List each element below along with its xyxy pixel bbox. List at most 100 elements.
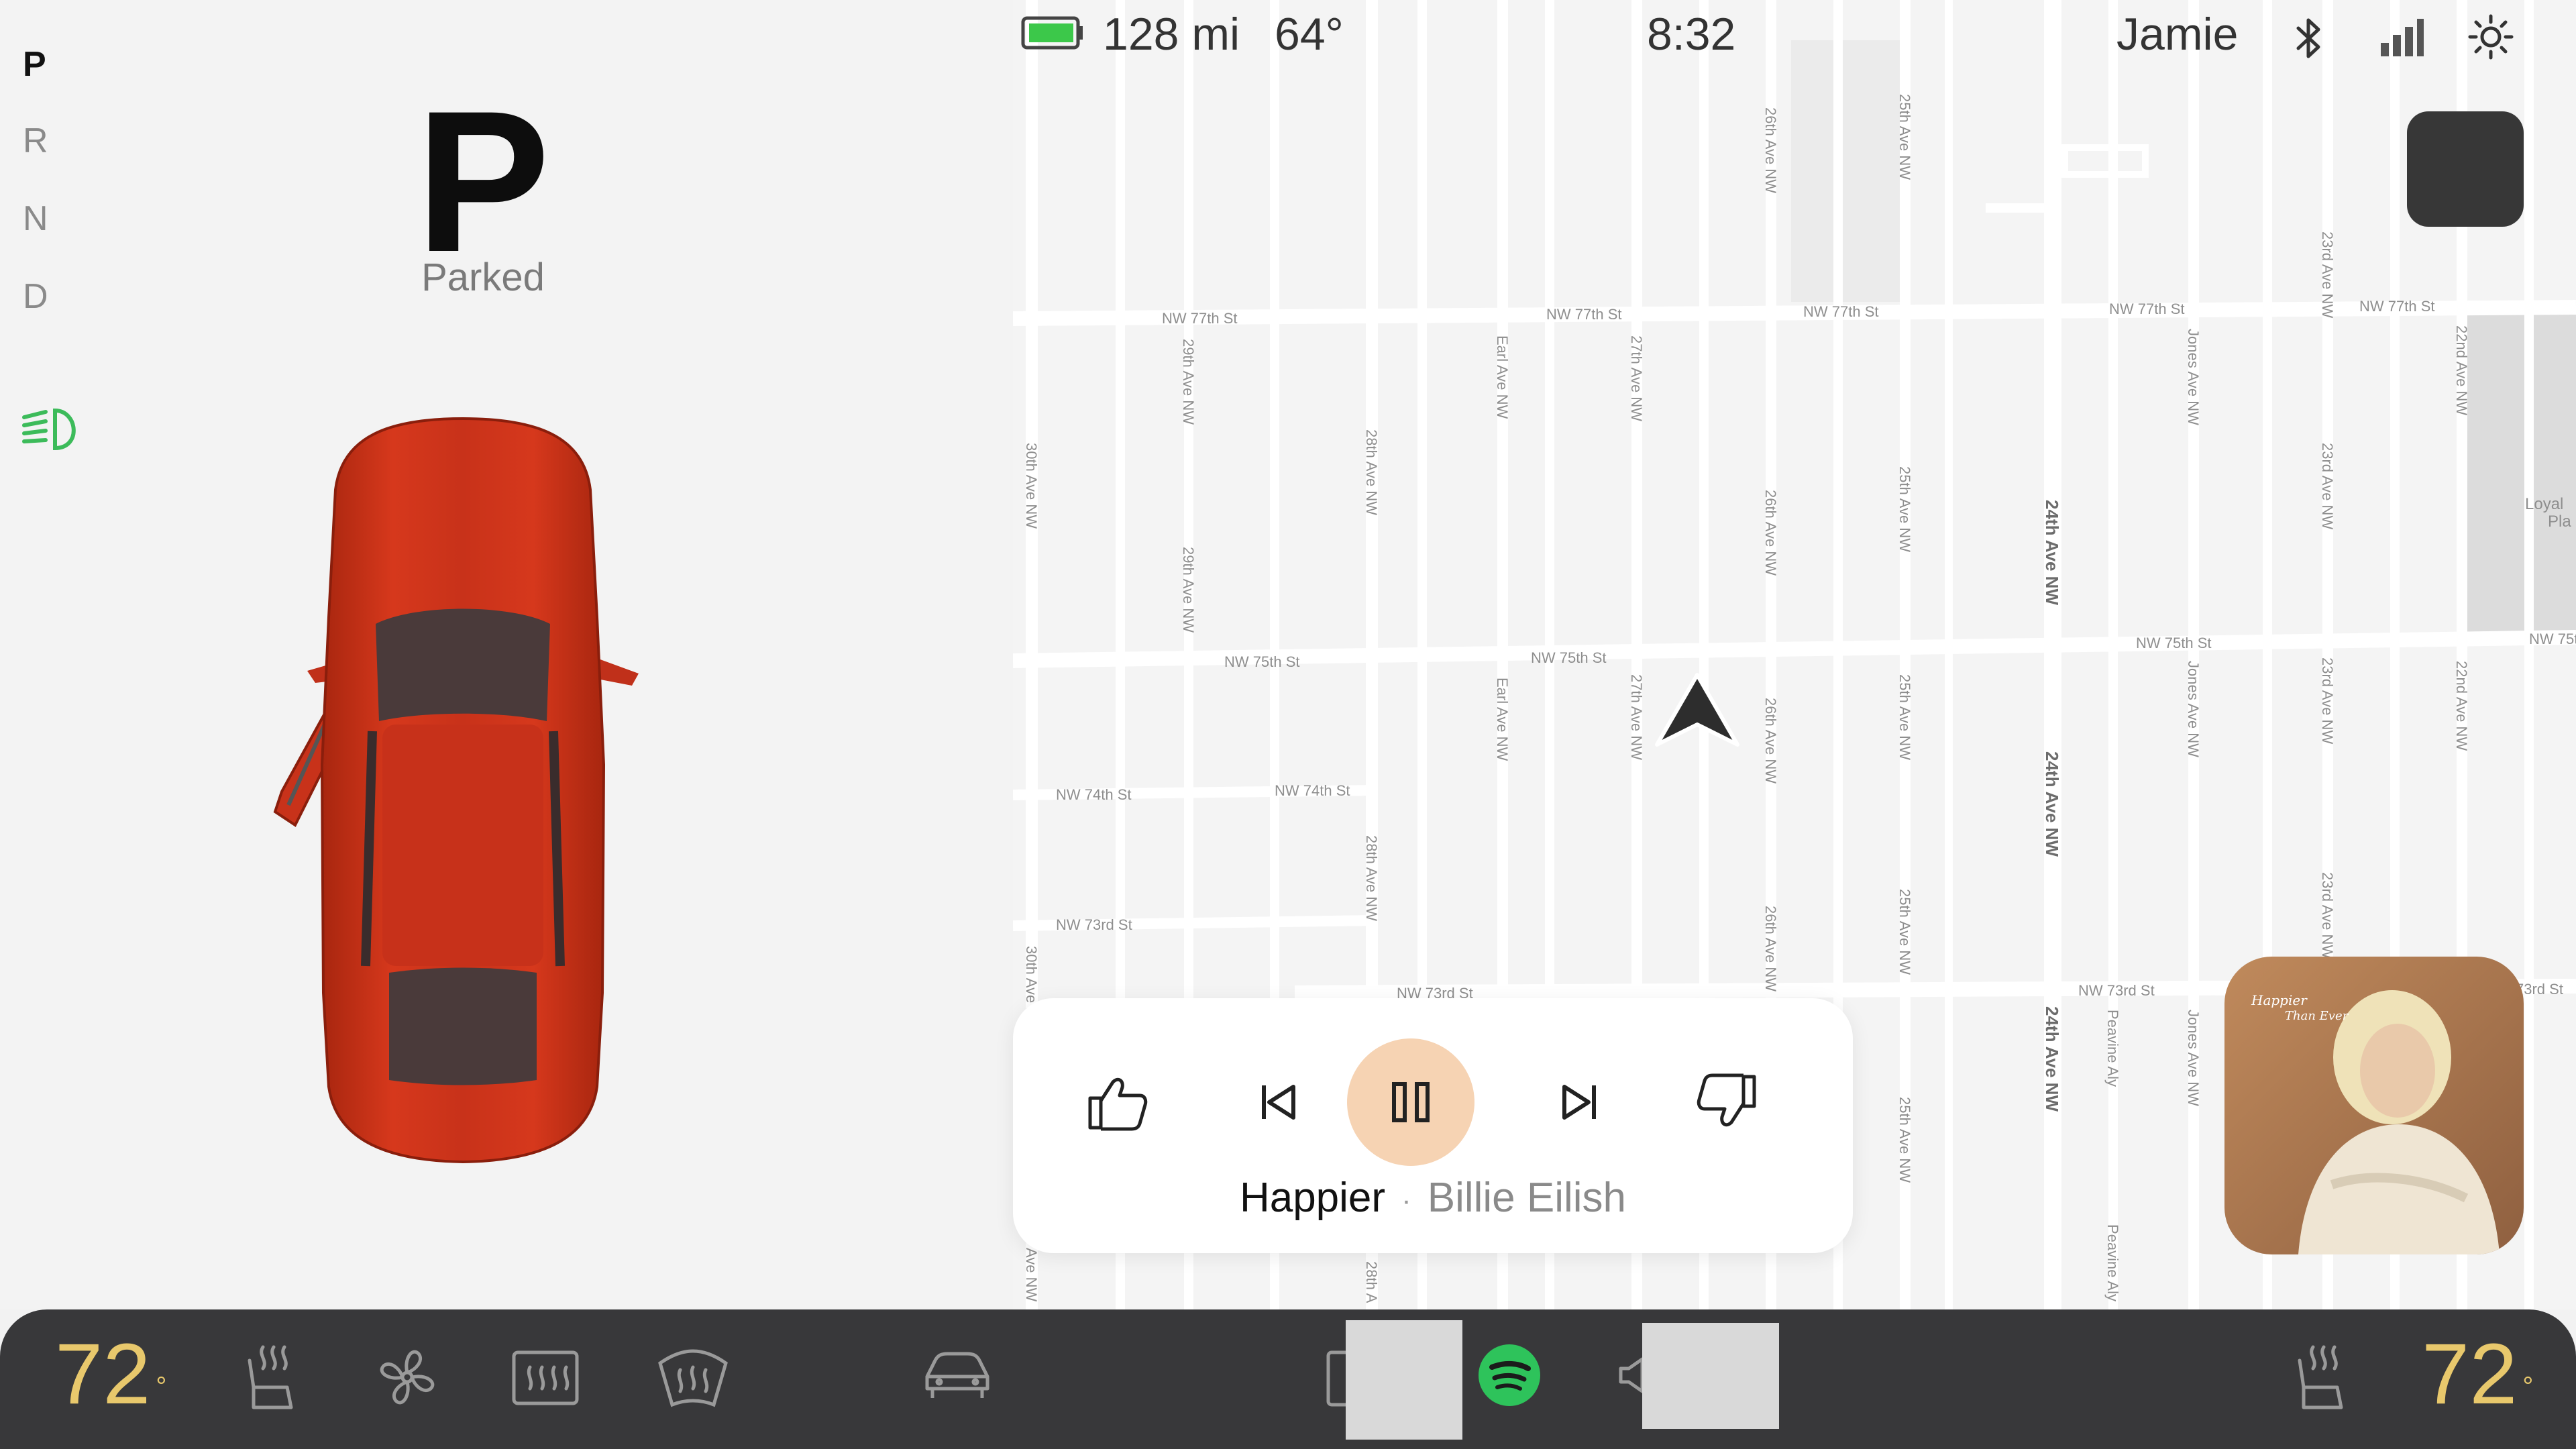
headlight-icon[interactable] xyxy=(20,402,87,456)
seat-heater-left-icon[interactable] xyxy=(233,1340,307,1414)
track-artist: Billie Eilish xyxy=(1427,1175,1627,1221)
poi-label: Loyal xyxy=(2525,495,2564,513)
street-label: Jones Ave NW xyxy=(2185,1010,2202,1106)
bluetooth-icon[interactable] xyxy=(2288,15,2329,62)
street-label: 24th Ave NW xyxy=(2042,751,2062,857)
street-label: NW 77th St xyxy=(2359,298,2435,315)
street-label: 24th Ave NW xyxy=(2042,1006,2062,1112)
next-track-icon xyxy=(1562,1085,1596,1120)
signal-icon xyxy=(2381,19,2424,56)
passenger-temperature[interactable]: 72 ° xyxy=(2422,1324,2533,1425)
thumbs-down-icon xyxy=(1697,1073,1756,1127)
street-label: 27th Ave NW xyxy=(1628,674,1645,760)
pause-button[interactable] xyxy=(1347,1038,1474,1166)
street-label: 25th Ave NW xyxy=(1896,94,1913,180)
street-label: 22nd Ave NW xyxy=(2453,325,2470,416)
street-label: NW 77th St xyxy=(1803,303,1879,320)
street-label: 23rd Ave NW xyxy=(2319,443,2336,530)
spotify-icon[interactable] xyxy=(1476,1342,1543,1409)
degree-symbol: ° xyxy=(156,1372,167,1401)
driver-profile[interactable]: Jamie xyxy=(2116,8,2238,60)
street-label: NW 75th St xyxy=(1531,649,1607,666)
street-label: 29th Ave NW xyxy=(1180,339,1197,425)
car-icon[interactable] xyxy=(920,1340,994,1414)
poi-label: Pla xyxy=(2548,513,2571,531)
previous-track-icon xyxy=(1262,1085,1295,1120)
gear-status-label: Parked xyxy=(421,256,545,299)
thumbs-up-button[interactable] xyxy=(1053,1038,1181,1166)
street-label: Jones Ave NW xyxy=(2185,329,2202,425)
rear-defrost-icon[interactable] xyxy=(508,1340,582,1414)
car-top-view[interactable] xyxy=(248,416,678,1167)
street-label: 23rd Ave NW xyxy=(2319,872,2336,959)
fan-icon[interactable] xyxy=(370,1340,444,1414)
gear-d[interactable]: D xyxy=(23,276,63,317)
clock: 8:32 xyxy=(1647,9,1736,60)
next-track-button[interactable] xyxy=(1516,1038,1644,1166)
now-playing-text: Happier · Billie Eilish xyxy=(1013,1174,1853,1222)
volume-control-placeholder[interactable] xyxy=(1642,1323,1779,1429)
street-label: 24th Ave NW xyxy=(2042,500,2062,605)
street-label: NW 73rd St xyxy=(1056,916,1132,933)
album-text-subtitle: Than Ever xyxy=(2285,1009,2349,1023)
street-label: NW 77th St xyxy=(1546,306,1622,323)
driver-temperature[interactable]: 72 ° xyxy=(55,1324,166,1425)
street-label: 25th Ave NW xyxy=(1896,466,1913,552)
street-label: 28th A xyxy=(1363,1261,1380,1303)
street-label: 23rd Ave NW xyxy=(2319,231,2336,319)
gear-p[interactable]: P xyxy=(23,44,63,85)
degree-symbol: ° xyxy=(2522,1372,2534,1401)
street-label: 28th Ave NW xyxy=(1363,835,1380,921)
media-player-card: Happier · Billie Eilish xyxy=(1013,998,1853,1253)
thumbs-down-button[interactable] xyxy=(1664,1038,1791,1166)
street-label: Peavine Aly xyxy=(2104,1010,2121,1087)
street-label: 30th Ave NW xyxy=(1023,443,1040,529)
street-label: 29th Ave NW xyxy=(1180,547,1197,633)
brightness-icon[interactable] xyxy=(2467,13,2514,60)
street-label: 27th Ave NW xyxy=(1628,335,1645,421)
street-label: 25th Ave NW xyxy=(1896,674,1913,760)
street-label: NW 77th St xyxy=(1162,310,1238,327)
street-label: Ave NW xyxy=(1023,1248,1040,1302)
previous-track-button[interactable] xyxy=(1214,1038,1342,1166)
gear-r[interactable]: R xyxy=(23,121,63,161)
track-separator: · xyxy=(1401,1183,1411,1217)
street-label: Jones Ave NW xyxy=(2185,661,2202,757)
media-shortcut-placeholder[interactable] xyxy=(1346,1320,1462,1440)
current-gear-display: P xyxy=(415,68,551,294)
street-label: 26th Ave NW xyxy=(1762,906,1779,991)
album-text-title: Happier xyxy=(2251,992,2308,1008)
street-label: Earl Ave NW xyxy=(1494,335,1511,419)
front-defrost-icon[interactable] xyxy=(656,1340,730,1414)
battery-icon xyxy=(1021,16,1083,50)
gear-n[interactable]: N xyxy=(23,199,63,239)
street-label: NW 74th St xyxy=(1275,782,1350,799)
outside-temperature: 64° xyxy=(1275,9,1344,60)
street-label: NW 75th St xyxy=(2136,635,2212,651)
street-label: 25th Ave NW xyxy=(1896,889,1913,975)
seat-heater-right-icon[interactable] xyxy=(2284,1340,2357,1414)
street-label: NW 77th St xyxy=(2109,301,2185,317)
street-label: 23rd Ave NW xyxy=(2319,657,2336,745)
street-label: NW 74th St xyxy=(1056,786,1132,803)
street-label: Earl Ave NW xyxy=(1494,678,1511,761)
street-label: NW 75th St xyxy=(1224,653,1300,670)
street-label: 25th Ave NW xyxy=(1896,1097,1913,1183)
street-label: 28th Ave NW xyxy=(1363,429,1380,515)
street-label: NW 75th xyxy=(2529,631,2576,647)
street-label: 26th Ave NW xyxy=(1762,490,1779,576)
map-control-button[interactable] xyxy=(2407,111,2524,227)
current-location-arrow-icon xyxy=(1655,673,1739,747)
driver-temperature-value: 72 xyxy=(55,1326,151,1422)
range-readout: 128 mi xyxy=(1103,9,1240,60)
thumbs-up-icon xyxy=(1088,1077,1148,1131)
street-label: 26th Ave NW xyxy=(1762,107,1779,193)
album-art[interactable]: Happier Than Ever xyxy=(2224,957,2524,1254)
track-title: Happier xyxy=(1239,1175,1386,1221)
street-label: 22nd Ave NW xyxy=(2453,661,2470,751)
street-label: NW 73rd St xyxy=(2078,982,2155,999)
street-label: 26th Ave NW xyxy=(1762,698,1779,784)
pause-icon xyxy=(1392,1082,1430,1122)
street-label: Peavine Aly xyxy=(2104,1224,2121,1301)
vehicle-panel: P R N D P Parked xyxy=(0,0,1013,1309)
